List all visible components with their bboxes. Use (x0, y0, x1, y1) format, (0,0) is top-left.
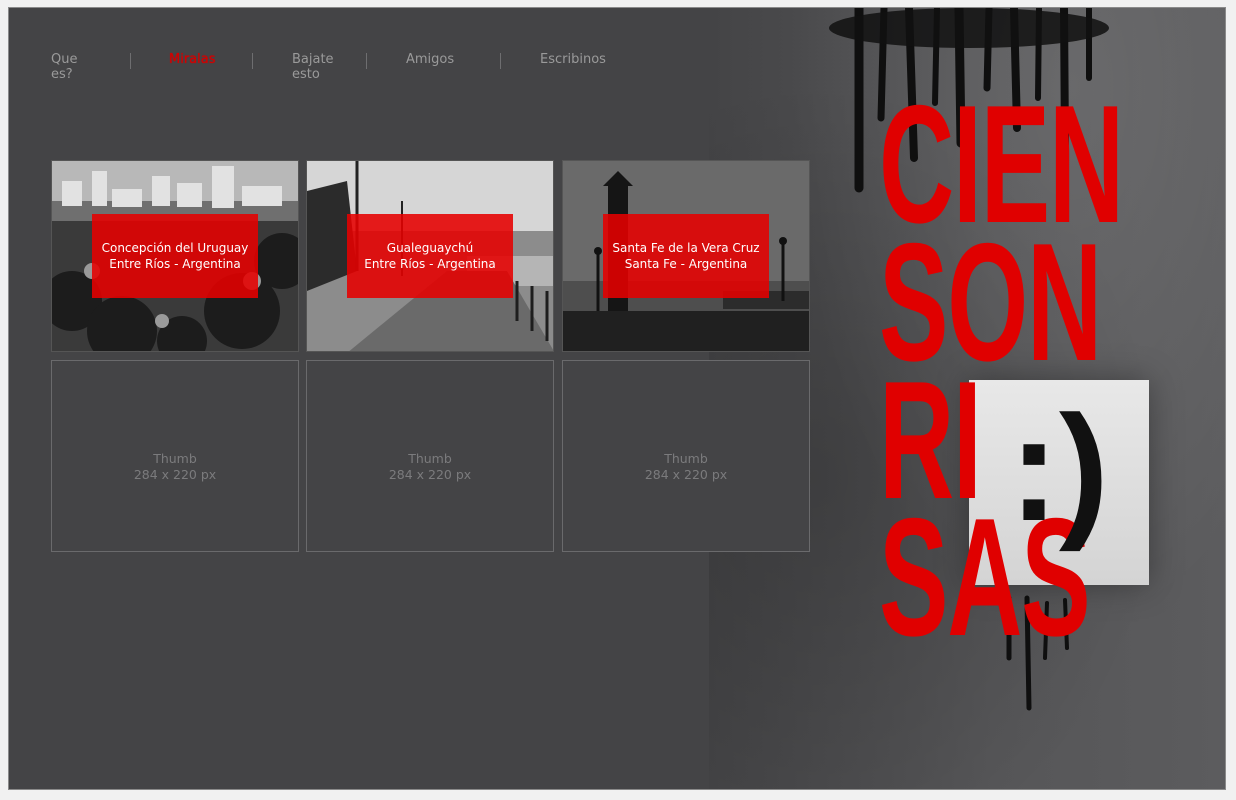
page-frame: Que es? Miralas Bajate esto Amigos Escri… (8, 7, 1226, 790)
photo-caption: Concepción del Uruguay Entre Ríos - Arge… (92, 214, 258, 298)
placeholder-size: 284 x 220 px (133, 467, 217, 482)
placeholder-size: 284 x 220 px (644, 467, 728, 482)
caption-region: Santa Fe - Argentina (624, 257, 748, 271)
nav-divider (500, 53, 501, 69)
nav-item-que-es[interactable]: Que es? (51, 52, 77, 82)
thumb-placeholder[interactable]: Thumb 284 x 220 px (306, 360, 554, 552)
placeholder-title: Thumb (664, 451, 708, 466)
nav-divider (130, 53, 131, 69)
caption-city: Concepción del Uruguay (101, 241, 249, 255)
nav-item-amigos[interactable]: Amigos (406, 52, 454, 67)
caption-region: Entre Ríos - Argentina (109, 257, 241, 271)
nav-item-bajate-esto[interactable]: Bajate esto (292, 52, 334, 82)
nav-item-escribinos[interactable]: Escribinos (540, 52, 606, 67)
photo-caption: Santa Fe de la Vera Cruz Santa Fe - Arge… (603, 214, 769, 298)
placeholder-label: Thumb 284 x 220 px (52, 451, 298, 483)
nav-item-miralas[interactable]: Miralas (169, 52, 216, 67)
caption-region: Entre Ríos - Argentina (364, 257, 496, 271)
poster-title: CIEN SON RI SAS (879, 80, 1124, 672)
smiley-graffiti: :) (1009, 384, 1109, 552)
caption-city: Gualeguaychú (386, 241, 474, 255)
placeholder-size: 284 x 220 px (388, 467, 472, 482)
poster-line: SAS (879, 483, 1091, 672)
placeholder-title: Thumb (408, 451, 452, 466)
caption-city: Santa Fe de la Vera Cruz (612, 241, 760, 255)
photo-card-gualeguaychu[interactable]: Gualeguaychú Entre Ríos - Argentina (306, 160, 554, 352)
thumb-placeholder[interactable]: Thumb 284 x 220 px (51, 360, 299, 552)
thumb-placeholder[interactable]: Thumb 284 x 220 px (562, 360, 810, 552)
photo-caption: Gualeguaychú Entre Ríos - Argentina (347, 214, 513, 298)
photo-card-concepcion[interactable]: Concepción del Uruguay Entre Ríos - Arge… (51, 160, 299, 352)
photo-card-santa-fe[interactable]: Santa Fe de la Vera Cruz Santa Fe - Arge… (562, 160, 810, 352)
nav-divider (252, 53, 253, 69)
nav-divider (366, 53, 367, 69)
placeholder-label: Thumb 284 x 220 px (563, 451, 809, 483)
placeholder-label: Thumb 284 x 220 px (307, 451, 553, 483)
placeholder-title: Thumb (153, 451, 197, 466)
